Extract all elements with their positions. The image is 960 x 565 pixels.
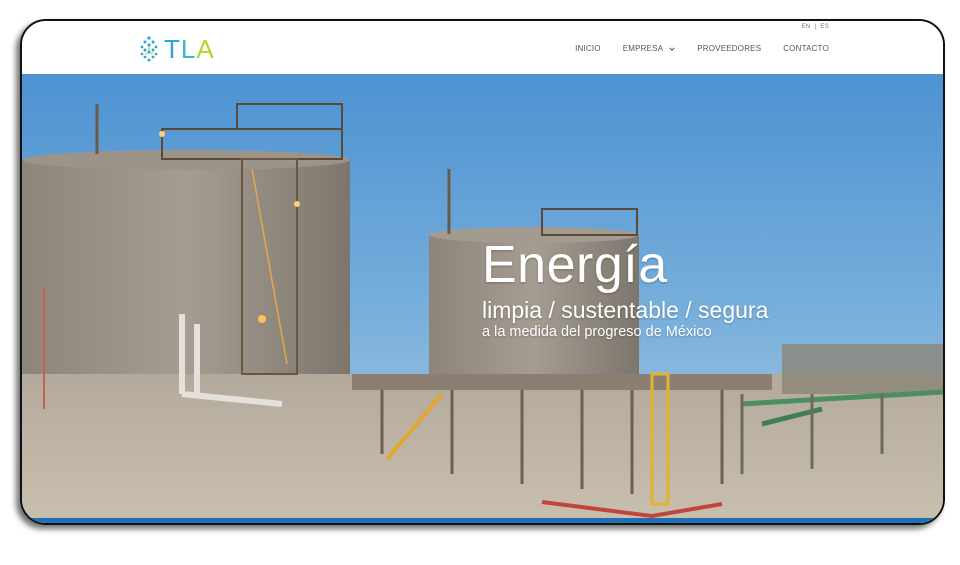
nav-item-empresa[interactable]: EMPRESA [623,44,676,53]
lang-es-link[interactable]: ES [820,24,829,30]
logo-letter-l: L [180,34,197,64]
site-logo[interactable]: TLA [137,34,215,64]
lang-en-link[interactable]: EN [802,24,811,30]
main-nav: INICIO EMPRESA PROVEEDORES CONTACTO [553,44,829,53]
hero-tagline: a la medida del progreso de México [482,324,712,340]
hero-headline: Energía limpia / sustentable / segura a … [482,237,768,341]
nav-item-label: CONTACTO [783,44,829,53]
browser-frame: TLA EN | ES INICIO EMPRESA PROVEEDORES CON… [20,19,945,525]
lang-separator: | [814,24,817,30]
hero-banner: Energía limpia / sustentable / segura a … [22,74,943,523]
nav-item-proveedores[interactable]: PROVEEDORES [697,44,761,53]
language-switcher: EN | ES [802,24,829,30]
logo-letter-t: T [164,34,181,64]
nav-item-label: INICIO [575,44,601,53]
nav-item-inicio[interactable]: INICIO [575,44,601,53]
chevron-down-icon [669,46,675,51]
hero-subtitle: limpia / sustentable / segura [482,297,769,323]
hero-title: Energía [482,236,668,294]
logo-letter-a: A [196,34,215,64]
logo-wordmark: TLA [164,35,215,63]
logo-emblem-icon [140,36,158,62]
nav-item-label: EMPRESA [622,44,664,53]
nav-item-contacto[interactable]: CONTACTO [783,44,829,53]
nav-item-label: PROVEEDORES [697,44,762,53]
hero-bottom-accent-bar [22,518,943,523]
site-header: TLA EN | ES INICIO EMPRESA PROVEEDORES CON… [22,21,943,74]
